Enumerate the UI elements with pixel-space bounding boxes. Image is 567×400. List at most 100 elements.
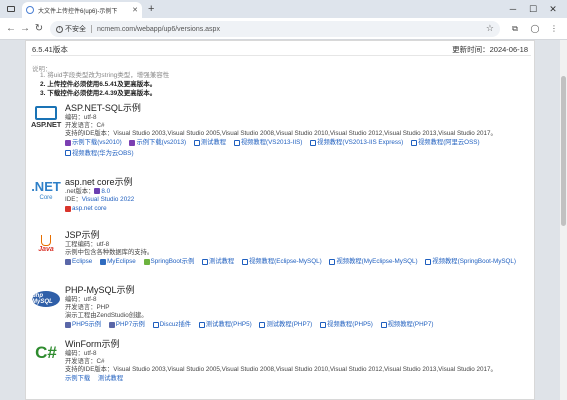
note-item: 3. 下载控件必须使用2.4.39及更高版本。 <box>40 90 157 97</box>
java-cup-icon <box>40 235 51 246</box>
php-logo-text: php MySQL <box>32 291 60 307</box>
back-button[interactable]: ← <box>4 22 18 36</box>
meta-line: IDE：Visual Studio 2022 <box>65 196 135 203</box>
csharp-logo: C# <box>32 339 60 367</box>
section-title: JSP示例 <box>65 230 100 240</box>
menu-icon[interactable]: ⋮ <box>547 22 561 36</box>
meta-line: 开发语言：PHP <box>65 304 110 311</box>
profile-icon[interactable]: ◯ <box>528 22 542 36</box>
myeclipse-link[interactable]: MyEclipse <box>100 257 136 266</box>
discuz-plugin-link[interactable]: Discuz插件 <box>152 320 191 329</box>
meta-line: 工程编码：utf-8 <box>65 241 110 248</box>
link-row: 示例下载(vs2010) 示例下载(vs2013) 测试教程 视频教程(VS20… <box>65 138 532 149</box>
video-tutorial-link[interactable]: 视频教程(PHP5) <box>320 320 373 329</box>
play-icon <box>425 258 432 265</box>
aspnet-logo: ASP.NET <box>30 103 62 131</box>
test-tutorial-link[interactable]: 测试教程(PHP5) <box>198 320 252 329</box>
download-icon <box>65 205 71 212</box>
note-item: 2. 上传控件必须使用6.5.41及更高版本。 <box>40 81 157 88</box>
visual-studio-icon <box>65 139 71 146</box>
security-label: 不安全 <box>65 26 86 33</box>
play-icon <box>241 258 248 265</box>
link-row: PHP5示例 PHP7示例 Discuz插件 测试教程(PHP5) 测试教程(P… <box>65 320 532 331</box>
visual-studio-icon <box>129 139 136 146</box>
notes-list: 1. 将uid字段类型改为string类型，增强兼容性 2. 上传控件必须使用6… <box>40 71 169 98</box>
security-indicator[interactable]: ! 不安全 <box>56 24 86 34</box>
video-tutorial-link[interactable]: 视频教程(MyEclipse-MySQL) <box>329 257 418 266</box>
springboot-link[interactable]: SpringBoot示例 <box>143 257 194 266</box>
meta-line: 支持的IDE版本：Visual Studio 2003,Visual Studi… <box>65 130 497 137</box>
play-icon <box>380 321 387 328</box>
video-tutorial-link[interactable]: 视频教程(华为云OBS) <box>65 149 134 158</box>
forward-button[interactable]: → <box>18 22 32 36</box>
browser-titlebar: 大文件上传控件6(up6)-示例下 ✕ + ─ ☐ ✕ <box>0 0 567 18</box>
php5-demo-link[interactable]: PHP5示例 <box>65 320 101 329</box>
maximize-button[interactable]: ☐ <box>526 2 540 16</box>
address-bar[interactable]: ! 不安全 ncmem.com/webapp/up6/versions.aspx… <box>50 21 500 37</box>
video-tutorial-link[interactable]: 视频教程(PHP7) <box>380 320 433 329</box>
scrollbar-thumb[interactable] <box>561 76 566 226</box>
note-item: 1. 将uid字段类型改为string类型，增强兼容性 <box>40 72 170 79</box>
video-tutorial-link[interactable]: 视频教程(Eclipse-MySQL) <box>241 257 322 266</box>
section-title: asp.net core示例 <box>65 177 133 187</box>
php7-demo-link[interactable]: PHP7示例 <box>108 320 145 329</box>
meta-line: 支持的IDE版本：Visual Studio 2003,Visual Studi… <box>65 366 497 373</box>
meta-line: 示例中包含各种数据库的支持。 <box>65 249 154 256</box>
php-icon <box>108 321 115 328</box>
php-mysql-logo: php MySQL <box>32 285 60 313</box>
update-time: 更新时间：2024-06-18 <box>452 45 528 54</box>
play-icon <box>310 139 317 146</box>
version-title: 6.5.41版本 <box>32 45 68 54</box>
meta-line: 编码：utf-8 <box>65 296 97 303</box>
meta-line: 开发语言：C# <box>65 122 105 129</box>
link-row: 示例下载 测试教程 <box>65 374 532 383</box>
test-tutorial-link[interactable]: 测试教程 <box>98 374 123 383</box>
meta-line: 编码：utf-8 <box>65 114 97 121</box>
test-tutorial-link[interactable]: 测试教程 <box>202 257 234 266</box>
address-toolbar: ← → ↻ ! 不安全 ncmem.com/webapp/up6/version… <box>0 18 567 40</box>
aspnet-core-link[interactable]: asp.net core <box>65 204 107 213</box>
link-row: Eclipse MyEclipse SpringBoot示例 测试教程 视频教程… <box>65 257 532 268</box>
warning-icon: ! <box>56 25 63 33</box>
aspnet-logo-text: ASP.NET <box>30 119 62 129</box>
version-card: 6.5.41版本 更新时间：2024-06-18 说明： 1. 将uid字段类型… <box>25 40 535 400</box>
minimize-button[interactable]: ─ <box>506 2 520 16</box>
document-icon <box>259 321 266 328</box>
video-tutorial-link[interactable]: 视频教程(SpringBoot-MySQL) <box>425 257 516 266</box>
java-logo-text: Java <box>38 246 54 253</box>
bookmark-star-icon[interactable]: ☆ <box>486 23 494 34</box>
browser-tab[interactable]: 大文件上传控件6(up6)-示例下 ✕ <box>22 2 142 18</box>
play-icon <box>411 139 417 146</box>
document-icon <box>193 139 200 146</box>
play-icon <box>329 258 336 265</box>
globe-icon <box>26 6 34 14</box>
video-tutorial-link[interactable]: 视频教程(阿里云OSS) <box>411 138 480 147</box>
dotnet-icon <box>94 188 101 194</box>
play-icon <box>65 150 71 156</box>
extensions-icon[interactable]: ⧉ <box>508 22 522 36</box>
test-tutorial-link[interactable]: 测试教程 <box>193 138 226 147</box>
section-title: WinForm示例 <box>65 339 120 349</box>
new-tab-button[interactable]: + <box>148 2 154 16</box>
link-row: 视频教程(华为云OBS) <box>65 149 532 160</box>
meta-line: 编码：utf-8 <box>65 350 97 357</box>
csharp-logo-text: C# <box>35 343 57 362</box>
test-tutorial-link[interactable]: 测试教程(PHP7) <box>259 320 312 329</box>
tab-title: 大文件上传控件6(up6)-示例下 <box>38 8 118 15</box>
play-icon <box>320 321 327 328</box>
document-icon <box>202 258 209 265</box>
eclipse-link[interactable]: Eclipse <box>65 257 92 266</box>
page-scrollbar[interactable] <box>560 40 567 400</box>
tab-close-icon[interactable]: ✕ <box>132 6 138 14</box>
close-window-button[interactable]: ✕ <box>546 2 560 16</box>
play-icon <box>233 139 240 146</box>
video-tutorial-link[interactable]: 视频教程(VS2013-IIS Express) <box>310 138 403 147</box>
tab-actions-icon[interactable] <box>4 2 18 16</box>
download-link-vs2013[interactable]: 示例下载(vs2013) <box>129 138 186 147</box>
download-link[interactable]: 示例下载 <box>65 374 90 383</box>
reload-button[interactable]: ↻ <box>32 22 46 36</box>
video-tutorial-link[interactable]: 视频教程(VS2013-IIS) <box>233 138 302 147</box>
download-link-vs2010[interactable]: 示例下载(vs2010) <box>65 138 122 147</box>
page-viewport: 6.5.41版本 更新时间：2024-06-18 说明： 1. 将uid字段类型… <box>0 40 560 400</box>
meta-line: 演示工程由ZendStudio创建。 <box>65 312 148 319</box>
